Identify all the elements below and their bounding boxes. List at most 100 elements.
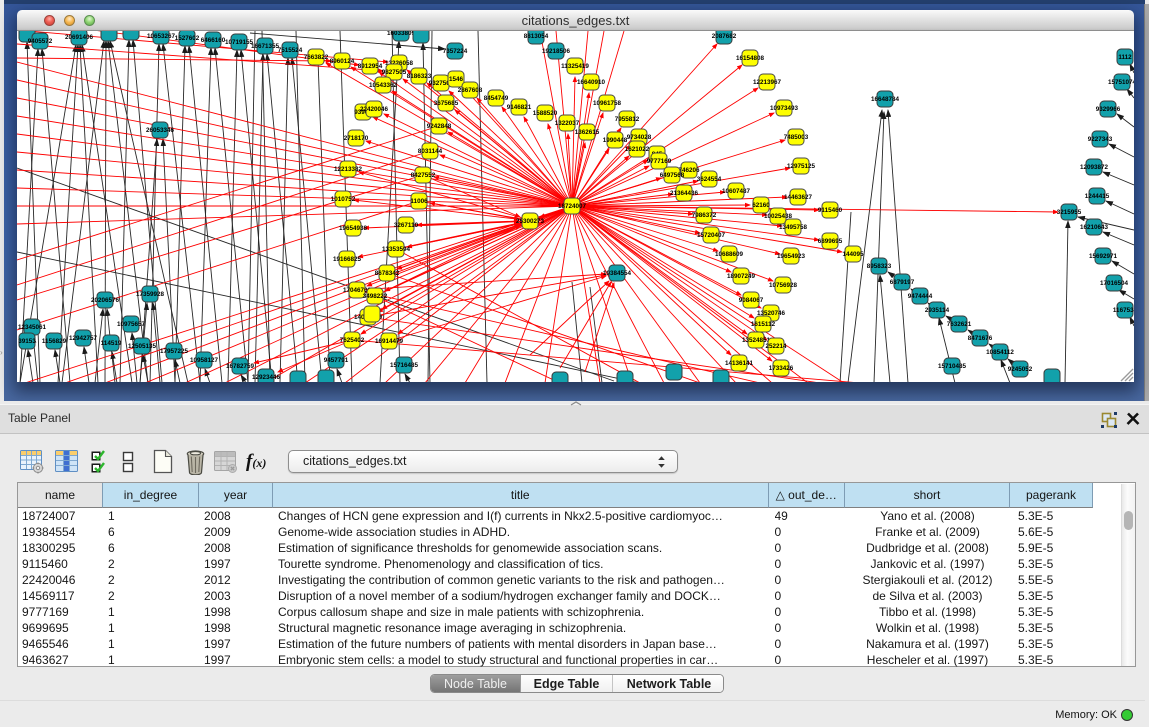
- svg-text:15710485: 15710485: [938, 363, 967, 370]
- svg-text:6879197: 6879197: [890, 279, 915, 286]
- svg-text:3215955: 3215955: [1057, 209, 1082, 216]
- svg-text:16640910: 16640910: [577, 79, 606, 86]
- svg-text:8912954: 8912954: [358, 63, 383, 70]
- svg-text:17016504: 17016504: [1100, 280, 1129, 287]
- svg-text:26053346: 26053346: [146, 127, 175, 134]
- svg-text:19166825: 19166825: [333, 256, 362, 263]
- svg-text:10854112: 10854112: [986, 349, 1014, 356]
- svg-text:10688609: 10688609: [715, 251, 744, 258]
- svg-text:15720407: 15720407: [697, 232, 726, 239]
- svg-text:1733426: 1733426: [769, 365, 794, 372]
- svg-text:8186323: 8186323: [407, 73, 432, 80]
- svg-text:1112: 1112: [1118, 54, 1132, 61]
- svg-text:1588520: 1588520: [533, 110, 558, 117]
- svg-text:6899695: 6899695: [818, 238, 843, 245]
- svg-text:19384554: 19384554: [603, 270, 632, 277]
- svg-text:8454749: 8454749: [484, 95, 509, 102]
- svg-text:9457791: 9457791: [324, 357, 349, 364]
- svg-text:2718170: 2718170: [344, 135, 369, 142]
- svg-text:62160: 62160: [752, 202, 770, 209]
- svg-text:14463627: 14463627: [784, 194, 813, 201]
- svg-text:13495758: 13495758: [779, 224, 808, 231]
- svg-text:2087682: 2087682: [712, 33, 737, 40]
- svg-text:10975657: 10975657: [117, 321, 146, 328]
- svg-text:1156829: 1156829: [42, 338, 67, 345]
- svg-text:10653267: 10653267: [147, 33, 176, 40]
- svg-text:8471676: 8471676: [968, 335, 993, 342]
- svg-text:22420046: 22420046: [360, 106, 389, 113]
- svg-text:18724007: 18724007: [558, 203, 587, 210]
- svg-text:8958323: 8958323: [867, 263, 892, 270]
- svg-text:1621022: 1621022: [625, 146, 650, 153]
- svg-text:25300273: 25300273: [516, 218, 545, 225]
- svg-text:3267110: 3267110: [394, 222, 419, 229]
- svg-text:7515524: 7515524: [278, 47, 303, 54]
- svg-text:19218506: 19218506: [542, 48, 571, 55]
- svg-text:9245052: 9245052: [1008, 366, 1033, 373]
- svg-text:11006: 11006: [410, 198, 428, 205]
- svg-text:8031144: 8031144: [418, 148, 443, 155]
- svg-text:20206576: 20206576: [91, 297, 120, 304]
- svg-text:10958127: 10958127: [190, 357, 219, 364]
- svg-text:6466160: 6466160: [201, 37, 226, 44]
- svg-text:16671355: 16671355: [251, 43, 280, 50]
- svg-text:9329966: 9329966: [1096, 106, 1121, 113]
- svg-text:13353594: 13353594: [382, 246, 411, 253]
- svg-text:9827505: 9827505: [382, 69, 407, 76]
- svg-text:252214: 252214: [765, 343, 787, 350]
- svg-text:19654938: 19654938: [339, 225, 368, 232]
- svg-text:10543362: 10543362: [369, 82, 398, 89]
- svg-text:11325419: 11325419: [561, 63, 589, 70]
- svg-text:16648784: 16648784: [871, 96, 900, 103]
- svg-text:19654923: 19654923: [777, 253, 806, 260]
- svg-text:15716485: 15716485: [390, 362, 419, 369]
- svg-text:12505135: 12505135: [128, 343, 157, 350]
- svg-text:7625402: 7625402: [340, 337, 365, 344]
- svg-text:1615112: 1615112: [751, 321, 776, 328]
- svg-text:15692971: 15692971: [1089, 253, 1118, 260]
- svg-text:9115460: 9115460: [818, 207, 843, 214]
- svg-text:16033809: 16033809: [387, 31, 416, 37]
- svg-text:7632621: 7632621: [947, 321, 972, 328]
- svg-text:20691406: 20691406: [65, 34, 94, 41]
- svg-text:8678342: 8678342: [375, 270, 400, 277]
- svg-text:12345061: 12345061: [18, 324, 47, 331]
- svg-text:1167534: 1167534: [1113, 307, 1134, 314]
- svg-text:3675685: 3675685: [434, 100, 459, 107]
- svg-text:16210643: 16210643: [1080, 224, 1109, 231]
- svg-text:21364436: 21364436: [670, 190, 699, 197]
- svg-text:9474444: 9474444: [908, 293, 933, 300]
- svg-text:9227343: 9227343: [1088, 136, 1113, 143]
- svg-text:3498222: 3498222: [363, 293, 388, 300]
- svg-text:7986372: 7986372: [692, 212, 717, 219]
- svg-text:12942757: 12942757: [69, 335, 98, 342]
- svg-text:14136141: 14136141: [725, 360, 754, 367]
- svg-text:16914479: 16914479: [375, 338, 404, 345]
- svg-text:12923446: 12923446: [252, 374, 281, 381]
- svg-text:114519: 114519: [101, 340, 122, 347]
- svg-text:3624554: 3624554: [697, 176, 722, 183]
- svg-text:16782759: 16782759: [226, 363, 255, 370]
- svg-text:2867608: 2867608: [458, 87, 483, 94]
- svg-text:12093872: 12093872: [1080, 164, 1109, 171]
- svg-text:8427552: 8427552: [411, 172, 436, 179]
- svg-text:9777169: 9777169: [647, 158, 672, 165]
- svg-text:17957225: 17957225: [160, 348, 189, 355]
- svg-text:10719155: 10719155: [225, 39, 254, 46]
- svg-text:15751074: 15751074: [1108, 79, 1134, 86]
- svg-text:1362615: 1362615: [575, 129, 600, 136]
- svg-text:12213967: 12213967: [753, 79, 782, 86]
- svg-text:1322037: 1322037: [555, 120, 580, 127]
- svg-text:12213382: 12213382: [334, 166, 363, 173]
- svg-text:12975125: 12975125: [787, 163, 816, 170]
- svg-text:9734028: 9734028: [627, 134, 652, 141]
- svg-text:39153: 39153: [18, 338, 36, 345]
- svg-text:10607487: 10607487: [722, 188, 751, 195]
- svg-text:10756928: 10756928: [769, 282, 798, 289]
- svg-text:16154808: 16154808: [736, 55, 765, 62]
- svg-text:9405572: 9405572: [28, 38, 53, 45]
- svg-text:1546: 1546: [449, 76, 464, 83]
- svg-text:1010752: 1010752: [331, 196, 356, 203]
- svg-text:1527602: 1527602: [175, 35, 200, 42]
- svg-text:17359928: 17359928: [136, 291, 165, 298]
